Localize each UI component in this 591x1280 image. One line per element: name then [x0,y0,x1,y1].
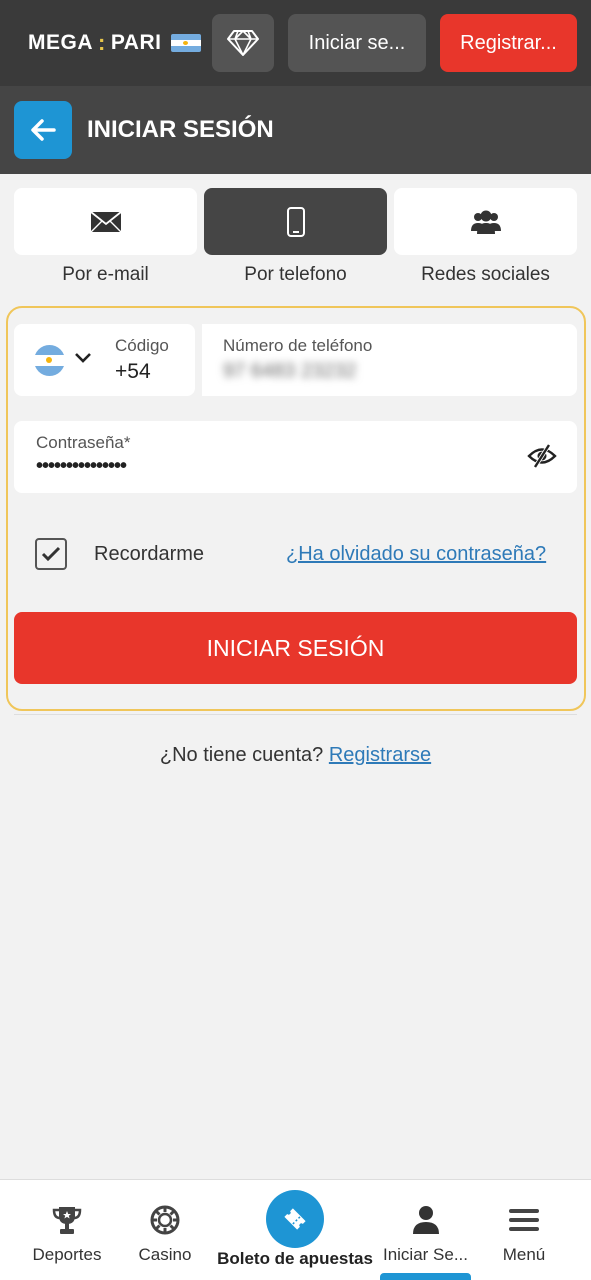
chevron-down-icon [75,353,91,363]
register-link[interactable]: Registrarse [329,744,431,766]
logo-separator: : [98,30,106,55]
phone-field-label: Número de teléfono [223,336,373,355]
phone-field[interactable]: Número de teléfono 97 6483 23232 [202,324,577,396]
chip-icon [150,1205,180,1235]
vip-diamond-button[interactable] [212,14,274,72]
phone-icon [286,206,305,237]
menu-icon [509,1209,539,1231]
nav-item-login[interactable]: Iniciar Se... [378,1180,473,1280]
back-button[interactable] [14,101,72,159]
users-icon [470,210,501,234]
nav-label-casino: Casino [138,1245,192,1264]
bottom-navigation: Deportes Casino Boleto de apuestas Inici… [0,1179,591,1280]
top-bar: MEGA: PARI Iniciar se... Registrar... [0,0,591,86]
register-button-top[interactable]: Registrar... [440,14,577,72]
nav-label-sports: Deportes [32,1245,102,1264]
no-account-label: ¿No tiene cuenta? [159,744,324,766]
tab-email[interactable] [14,188,197,255]
checkmark-icon [41,546,61,562]
password-field[interactable]: Contraseña* ••••••••••••••• [14,421,577,493]
remember-me-checkbox[interactable] [35,538,67,570]
nav-label-login: Iniciar Se... [382,1245,469,1264]
tab-social[interactable] [394,188,577,255]
password-field-label: Contraseña* [36,433,131,452]
active-tab-indicator [380,1273,471,1280]
diamond-icon [227,30,259,56]
forgot-password-link[interactable]: ¿Ha olvidado su contraseña? [286,543,546,566]
argentina-flag-icon [171,34,202,52]
logo-text-mega: MEGA [28,31,93,54]
argentina-flag-icon [34,345,65,376]
nav-item-sports[interactable]: Deportes [26,1180,108,1280]
eye-slash-icon[interactable] [527,443,557,469]
divider [14,714,577,715]
nav-item-casino[interactable]: Casino [130,1180,200,1280]
envelope-icon [89,210,122,232]
trophy-icon [52,1207,82,1234]
phone-field-value: 97 6483 23232 [223,360,357,382]
country-code-label: Código [115,336,169,355]
no-account-text: ¿No tiene cuenta? Registrarse [0,744,591,767]
login-submit-button[interactable]: INICIAR SESIÓN [14,612,577,684]
nav-label-menu: Menú [502,1245,546,1264]
tab-phone[interactable] [204,188,387,255]
ticket-icon [284,1208,306,1230]
country-code-value: +54 [115,360,151,383]
page-title: INICIAR SESIÓN [87,116,274,143]
user-icon [412,1206,439,1234]
logo[interactable]: MEGA: PARI [28,30,202,56]
nav-label-betslip[interactable]: Boleto de apuestas [212,1249,378,1269]
remember-me-label[interactable]: Recordarme [94,543,204,566]
tab-phone-label[interactable]: Por telefono [204,264,387,286]
tab-social-label[interactable]: Redes sociales [394,264,577,286]
tab-email-label[interactable]: Por e-mail [14,264,197,286]
arrow-left-icon [31,119,56,141]
nav-item-menu[interactable]: Menú [492,1180,556,1280]
logo-text-pari: PARI [110,31,162,54]
country-code-selector[interactable]: Código +54 [14,324,195,396]
nav-item-betslip[interactable] [266,1190,324,1248]
login-button-top[interactable]: Iniciar se... [288,14,426,72]
page-header: INICIAR SESIÓN [0,86,591,174]
password-field-value: ••••••••••••••• [36,455,127,477]
